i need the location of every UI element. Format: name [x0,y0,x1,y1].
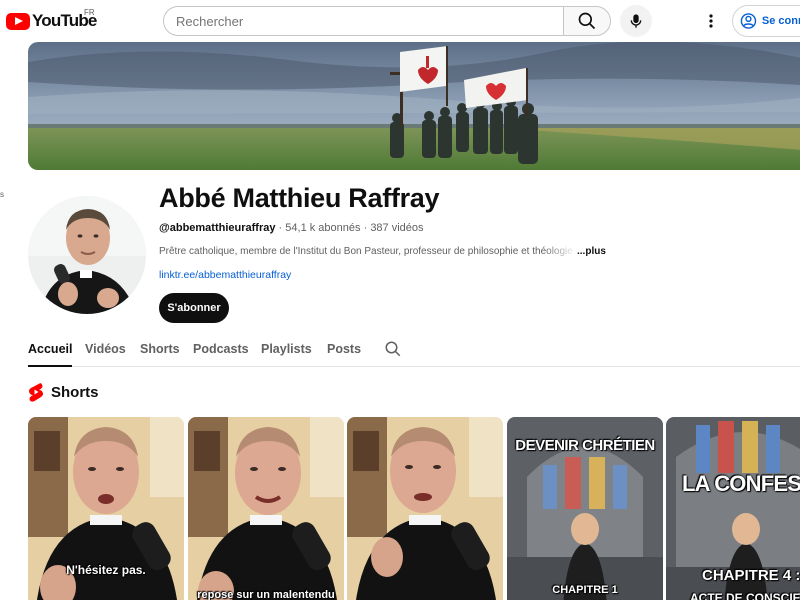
short-title: LA CONFESSION [682,471,800,496]
shorts-section-title: Shorts [51,383,99,401]
sign-in-button[interactable]: Se connecter [732,5,800,37]
search-button[interactable] [563,6,611,36]
description-text: Prêtre catholique, membre de l'Institut … [159,246,573,257]
short-caption-secondary: ACTE DE CONSCIENCE [690,591,800,600]
short-caption: CHAPITRE 1 [552,584,618,596]
short-card[interactable]: N'hésitez pas. [28,417,184,600]
tab-shorts[interactable]: Shorts [140,342,180,356]
subscriber-count: 54,1 k abonnés [285,222,361,234]
channel-description[interactable]: Prêtre catholique, membre de l'Institut … [159,246,609,257]
meta-separator: · [278,222,283,234]
search-input[interactable] [176,13,563,29]
channel-meta: @abbematthieuraffray · 54,1 k abonnés · … [159,222,424,234]
shorts-icon [29,383,43,402]
youtube-play-icon [6,12,30,30]
more-options-button[interactable] [700,9,722,33]
sign-in-label: Se connecter [761,15,800,27]
channel-banner [28,42,800,170]
tab-videos[interactable]: Vidéos [85,342,126,356]
channel-tabs: Accueil Vidéos Shorts Podcasts Playlists… [28,332,800,367]
tab-podcasts[interactable]: Podcasts [193,342,249,356]
youtube-logo[interactable]: YouTube FR [6,8,97,32]
subscribe-button[interactable]: S'abonner [159,293,229,323]
meta-separator: · [363,222,368,234]
short-card[interactable]: repose sur un malentendu [188,417,344,600]
voice-search-button[interactable] [620,5,652,37]
channel-search-button[interactable] [384,340,402,363]
channel-name: Abbé Matthieu Raffray [159,183,440,213]
channel-avatar[interactable] [28,196,146,314]
top-bar: YouTube FR Se connecter [0,0,800,42]
description-more-link[interactable]: ...plus [577,246,606,257]
video-count: 387 vidéos [370,222,424,234]
short-caption: N'hésitez pas. [66,563,146,577]
more-vert-icon [709,14,713,28]
search-box [163,6,563,36]
tab-posts[interactable]: Posts [327,342,361,356]
search-icon [385,341,401,357]
short-title: DEVENIR CHRÉTIEN [515,437,655,454]
short-caption: CHAPITRE 4 : [702,567,800,584]
shorts-section-header: Shorts [28,382,99,402]
channel-link[interactable]: linktr.ee/abbematthieuraffray [159,269,291,281]
channel-handle: @abbematthieuraffray [159,222,276,234]
side-marker: s [0,190,4,199]
tab-playlists[interactable]: Playlists [261,342,312,356]
microphone-icon [630,14,642,28]
account-icon [740,13,757,29]
region-code: FR [84,8,95,17]
short-card[interactable] [347,417,503,600]
search-icon [578,12,596,30]
tab-accueil[interactable]: Accueil [28,342,73,367]
short-caption: repose sur un malentendu [197,589,335,600]
short-card[interactable]: DEVENIR CHRÉTIEN CHAPITRE 1 [507,417,663,600]
short-card[interactable]: LA CONFESSION CHAPITRE 4 : ACTE DE CONSC… [666,417,800,600]
